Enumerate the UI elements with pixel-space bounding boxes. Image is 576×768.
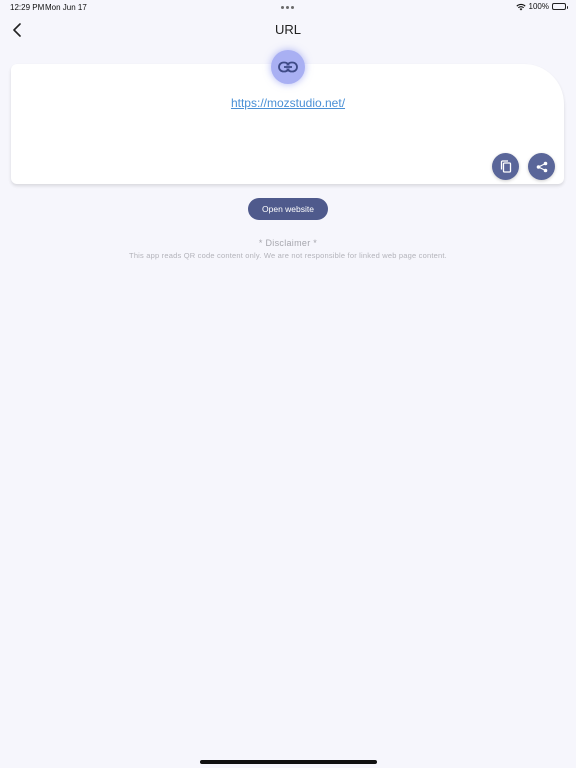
status-bar: 12:29 PM Mon Jun 17 100%: [0, 0, 576, 16]
wifi-icon: [515, 3, 526, 11]
home-indicator[interactable]: [200, 760, 377, 764]
battery-percent: 100%: [528, 2, 549, 11]
status-time: 12:29 PM: [10, 3, 45, 12]
copy-button[interactable]: [492, 153, 519, 180]
status-right: 100%: [515, 2, 568, 11]
multitasking-dots-icon[interactable]: [281, 6, 294, 9]
page-title: URL: [274, 22, 301, 37]
disclaimer-text: This app reads QR code content only. We …: [129, 251, 447, 260]
share-button[interactable]: [528, 153, 555, 180]
link-icon: [278, 61, 298, 73]
copy-icon: [500, 160, 511, 173]
url-text: https://mozstudio.net/: [0, 96, 576, 110]
open-website-button[interactable]: Open website: [248, 198, 328, 220]
url-link[interactable]: https://mozstudio.net/: [231, 96, 345, 110]
status-date: Mon Jun 17: [45, 3, 87, 12]
link-type-badge: [271, 50, 305, 84]
disclaimer-title: * Disclaimer *: [258, 238, 318, 248]
battery-icon: [552, 3, 568, 10]
share-icon: [536, 161, 547, 172]
navigation-bar: URL: [0, 18, 576, 42]
